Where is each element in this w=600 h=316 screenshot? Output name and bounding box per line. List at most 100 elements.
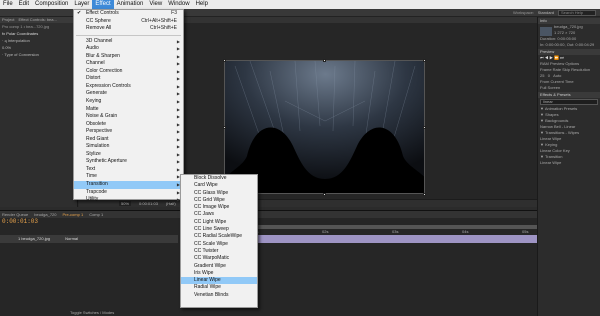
toggle-switches-modes[interactable]: Toggle Switches / Modes — [70, 310, 114, 315]
transition-item-gradient-wipe[interactable]: Gradient Wipe — [181, 263, 257, 270]
frame-handle-bm[interactable] — [323, 193, 326, 196]
transition-item-cc-glass-wipe[interactable]: CC Glass Wipe — [181, 190, 257, 197]
menu-bar: File Edit Composition Layer Effect Anima… — [0, 0, 600, 9]
effect-menu-item-remove-all[interactable]: Remove All Ctrl+Shift+E — [74, 25, 183, 33]
menu-item-label: Time — [86, 173, 97, 180]
transition-item-cc-image-wipe[interactable]: CC Image Wipe — [181, 204, 257, 211]
frame-handle-ml[interactable] — [223, 126, 226, 129]
transition-item-cc-twister[interactable]: CC Twister — [181, 248, 257, 255]
menu-animation[interactable]: Animation — [114, 0, 147, 9]
workspace-label: Workspace: — [512, 10, 534, 15]
transition-item-cc-light-wipe[interactable]: CC Light Wipe — [181, 219, 257, 226]
effect-menu-item-synthetic-aperture[interactable]: Synthetic Aperture ▶ — [74, 158, 183, 166]
timeline-tabs: Render Queue beudga_720 Pre-comp 1 Comp … — [0, 211, 537, 218]
effect-menu-item-effect-controls[interactable]: ✔ Effect Controls F3 — [74, 10, 183, 18]
effect-menu-item-simulation[interactable]: Simulation ▶ — [74, 143, 183, 151]
effect-menu-item-noise-and-grain[interactable]: Noise & Grain ▶ — [74, 113, 183, 121]
property-interpolation-value[interactable]: 0.0% — [0, 44, 77, 51]
search-help-input[interactable]: Search Help — [558, 10, 596, 16]
transition-item-card-wipe[interactable]: Card Wipe — [181, 182, 257, 189]
menu-item-label: Red Giant — [86, 135, 109, 142]
menu-item-label: Expression Controls — [86, 82, 131, 89]
effect-menu-item-distort[interactable]: Distort ▶ — [74, 75, 183, 83]
menu-help[interactable]: Help — [193, 0, 211, 9]
menu-edit[interactable]: Edit — [16, 0, 32, 9]
menu-effect[interactable]: Effect — [92, 0, 114, 9]
resolution-value[interactable]: Auto — [553, 73, 561, 78]
tab-render-queue[interactable]: Render Queue — [2, 211, 28, 218]
submenu-arrow-icon: ▶ — [176, 61, 180, 67]
menu-item-label: Transition — [86, 181, 108, 188]
frame-handle-tl[interactable] — [223, 59, 226, 62]
frame-handle-br[interactable] — [423, 193, 426, 196]
effect-menu-item-keying[interactable]: Keying ▶ — [74, 98, 183, 106]
effect-menu-item-trapcode[interactable]: Trapcode ▶ — [74, 189, 183, 197]
frame-handle-tm[interactable] — [323, 59, 326, 62]
effect-menu-item-cc-sphere[interactable]: CC Sphere Ctrl+Alt+Shift+E — [74, 18, 183, 26]
menu-file[interactable]: File — [0, 0, 16, 9]
effect-controls-subtitle: Pro comp 1 • bea...720.jpg — [2, 24, 50, 29]
skip-value[interactable]: 0 — [548, 73, 550, 78]
timeline-panel: Render Queue beudga_720 Pre-comp 1 Comp … — [0, 210, 537, 316]
transition-item-cc-radial-scalewipe[interactable]: CC Radial ScaleWipe — [181, 233, 257, 240]
effect-menu-item-blur-and-sharpen[interactable]: Blur & Sharpen ▶ — [74, 53, 183, 61]
tab-effect-controls[interactable]: Effect Controls: bea... — [18, 17, 56, 23]
tab-project[interactable]: Project — [2, 17, 14, 23]
effect-menu-item-text[interactable]: Text ▶ — [74, 166, 183, 174]
menu-view[interactable]: View — [146, 0, 165, 9]
transition-item-block-dissolve[interactable]: Block Dissolve — [181, 175, 257, 182]
tree-linear-wipe-effect[interactable]: Linear Wipe — [538, 160, 600, 166]
transition-item-cc-scale-wipe[interactable]: CC Scale Wipe — [181, 241, 257, 248]
effect-menu-item-generate[interactable]: Generate ▶ — [74, 90, 183, 98]
property-interpolation[interactable]: · ą Interpolation — [0, 37, 77, 44]
transition-item-cc-grid-wipe[interactable]: CC Grid Wipe — [181, 197, 257, 204]
transition-item-cc-line-sweep[interactable]: CC Line Sweep — [181, 226, 257, 233]
effect-menu-item-perspective[interactable]: Perspective ▶ — [74, 128, 183, 136]
transition-item-cc-warpomatic[interactable]: CC WarpoMatic — [181, 255, 257, 262]
effects-presets-title[interactable]: Effects & Presets — [538, 92, 600, 98]
menu-item-label: Perspective — [86, 128, 113, 135]
layer-name[interactable]: 1 beudga_720.jpg — [18, 236, 50, 241]
frame-handle-tr[interactable] — [423, 59, 426, 62]
effect-menu-item-transition[interactable]: Transition ▶ — [74, 181, 183, 189]
menu-composition[interactable]: Composition — [32, 0, 71, 9]
menu-item-label: 3D Channel — [86, 37, 113, 44]
timeline-timecode[interactable]: 0:00:01:03 — [2, 218, 38, 225]
transition-item-cc-jaws[interactable]: CC Jaws — [181, 211, 257, 218]
tab-pre-comp-1[interactable]: Pre-comp 1 — [63, 211, 84, 218]
menu-item-label: Synthetic Aperture — [86, 158, 127, 165]
menu-window[interactable]: Window — [165, 0, 192, 9]
effects-search-input[interactable]: linear — [540, 99, 598, 105]
effect-menu-item-obsolete[interactable]: Obsolete ▶ — [74, 121, 183, 129]
effect-menu-item-channel[interactable]: Channel ▶ — [74, 60, 183, 68]
submenu-arrow-icon: ▶ — [176, 83, 180, 89]
tab-beudga[interactable]: beudga_720 — [34, 211, 56, 218]
effect-menu-item-red-giant[interactable]: Red Giant ▶ — [74, 136, 183, 144]
transition-item-iris-wipe[interactable]: Iris Wipe — [181, 270, 257, 277]
layer-row[interactable]: 1 beudga_720.jpg Normal — [0, 235, 178, 243]
transition-item-linear-wipe[interactable]: Linear Wipe — [181, 277, 257, 285]
effect-menu-item-utility[interactable]: Utility ▶ — [74, 196, 183, 204]
tab-comp-1[interactable]: Comp 1 — [89, 211, 103, 218]
effect-menu-item-color-correction[interactable]: Color Correction ▶ — [74, 68, 183, 76]
effect-controls-panel: Project Effect Controls: bea... Pro comp… — [0, 17, 78, 207]
frame-handle-mr[interactable] — [423, 126, 426, 129]
submenu-arrow-icon: ▶ — [176, 151, 180, 157]
menu-layer[interactable]: Layer — [71, 0, 92, 9]
effect-menu-item-3d-channel[interactable]: 3D Channel ▶ — [74, 38, 183, 46]
ruler-tick-4: 04s — [462, 229, 469, 234]
effect-menu-item-matte[interactable]: Matte ▶ — [74, 106, 183, 114]
full-screen-checkbox[interactable]: Full Screen — [538, 85, 600, 91]
layer-mode-select[interactable]: Normal — [65, 236, 78, 241]
property-type-of-conversion[interactable]: · Type of Conversion — [0, 51, 77, 58]
effect-menu-item-audio[interactable]: Audio ▶ — [74, 45, 183, 53]
transition-item-radial-wipe[interactable]: Radial Wipe — [181, 284, 257, 291]
frame-rate-value[interactable]: 25 — [540, 73, 544, 78]
menu-item-label: Simulation — [86, 143, 110, 150]
effect-polar-coordinates[interactable]: fx Polar Coordinates — [0, 30, 77, 37]
effect-menu-item-time[interactable]: Time ▶ — [74, 173, 183, 181]
effect-menu-item-expression-controls[interactable]: Expression Controls ▶ — [74, 83, 183, 91]
effect-menu-item-stylize[interactable]: Stylize ▶ — [74, 151, 183, 159]
workspace-select[interactable]: Standard — [538, 10, 554, 15]
transition-item-venetian-blinds[interactable]: Venetian Blinds — [181, 292, 257, 299]
